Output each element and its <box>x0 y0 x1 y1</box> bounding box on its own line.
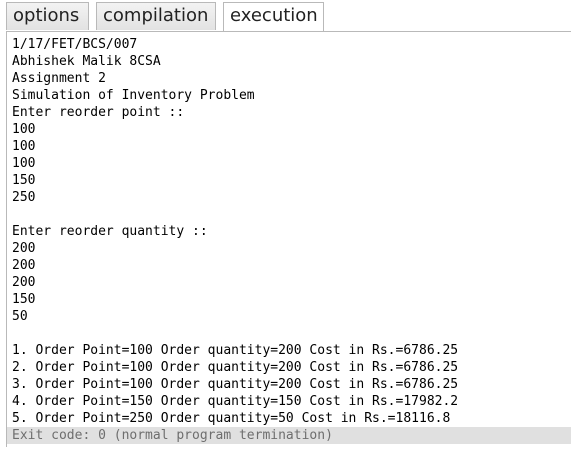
result-line: 2. Order Point=100 Order quantity=200 Co… <box>12 360 459 375</box>
output-line: Simulation of Inventory Problem <box>12 88 255 103</box>
result-line: 1. Order Point=100 Order quantity=200 Co… <box>12 343 459 358</box>
output-line: 200 <box>12 275 36 290</box>
output-line: 250 <box>12 190 36 205</box>
output-line: 50 <box>12 309 28 324</box>
tab-execution[interactable]: execution <box>223 2 324 32</box>
output-line: 100 <box>12 156 36 171</box>
result-line: 5. Order Point=250 Order quantity=50 Cos… <box>12 411 451 426</box>
output-line: 200 <box>12 241 36 256</box>
output-line: 200 <box>12 258 36 273</box>
program-output: 1/17/FET/BCS/007 Abhishek Malik 8CSA Ass… <box>12 36 458 427</box>
result-line: 3. Order Point=100 Order quantity=200 Co… <box>12 377 459 392</box>
tab-compilation[interactable]: compilation <box>96 2 216 30</box>
output-line: Assignment 2 <box>12 71 106 86</box>
tab-bar: options compilation execution <box>0 0 571 32</box>
exit-status-bar: Exit code: 0 (normal program termination… <box>7 427 571 444</box>
tab-options[interactable]: options <box>6 2 89 30</box>
execution-output-panel[interactable]: 1/17/FET/BCS/007 Abhishek Malik 8CSA Ass… <box>6 31 571 447</box>
output-line: 100 <box>12 139 36 154</box>
output-line: 150 <box>12 173 36 188</box>
output-line: 100 <box>12 122 36 137</box>
output-line: Enter reorder quantity :: <box>12 224 208 239</box>
output-line: 150 <box>12 292 36 307</box>
result-line: 4. Order Point=150 Order quantity=150 Co… <box>12 394 459 409</box>
output-line: Enter reorder point :: <box>12 105 185 120</box>
exit-code-message: Exit code: 0 (normal program termination… <box>12 428 333 443</box>
output-line: 1/17/FET/BCS/007 <box>12 37 138 52</box>
output-line: Abhishek Malik 8CSA <box>12 54 161 69</box>
